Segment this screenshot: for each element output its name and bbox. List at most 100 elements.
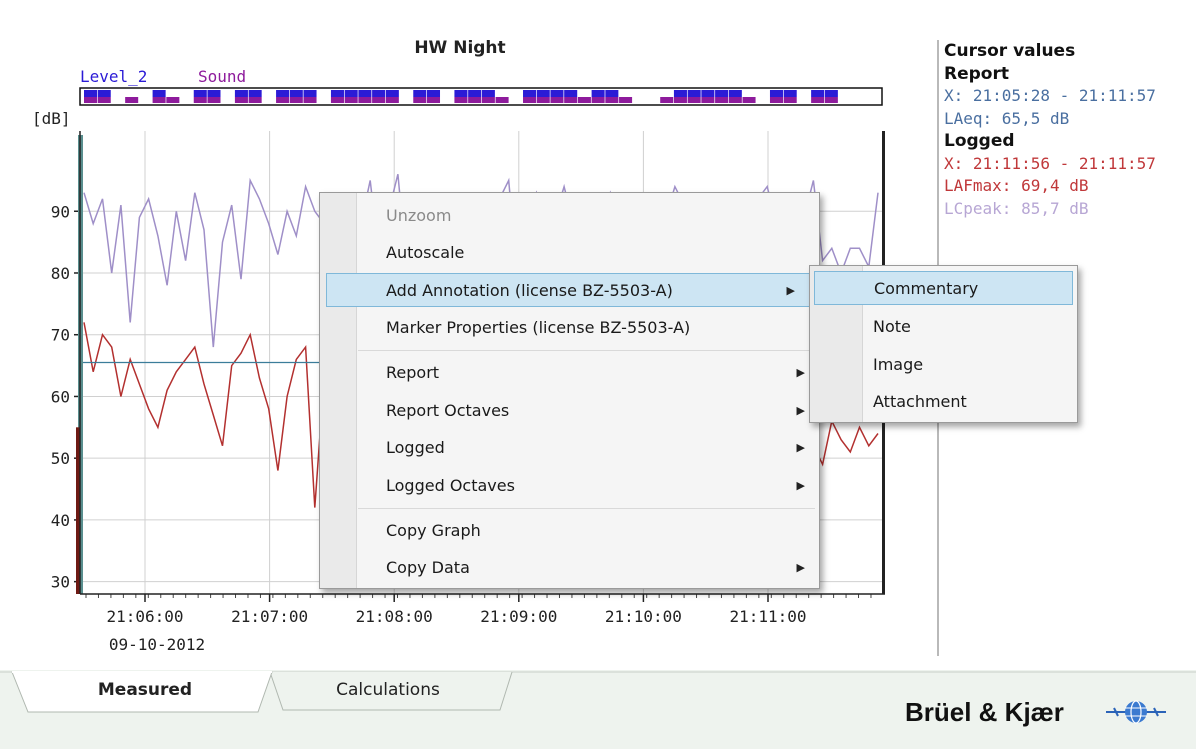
marker-sound xyxy=(550,97,564,103)
x-tick-label: 21:11:00 xyxy=(729,607,806,626)
y-tick-label: 90 xyxy=(51,202,70,221)
logged-x-range: X: 21:11:56 - 21:11:57 xyxy=(944,153,1156,173)
submenu-item-image[interactable]: Image xyxy=(810,348,1077,382)
submenu-item-image-label: Image xyxy=(873,355,924,374)
marker-level2 xyxy=(234,90,248,97)
marker-level2 xyxy=(152,90,166,97)
marker-sound xyxy=(728,97,742,103)
marker-sound xyxy=(207,97,221,103)
menu-item-report[interactable]: Report ▶ xyxy=(320,356,819,390)
marker-level2 xyxy=(454,90,468,97)
menu-item-marker-properties[interactable]: Marker Properties (license BZ-5503-A) xyxy=(320,311,819,345)
menu-item-unzoom-label: Unzoom xyxy=(386,206,452,225)
y-tick-label: 50 xyxy=(51,449,70,468)
submenu-item-attachment[interactable]: Attachment xyxy=(810,385,1077,419)
marker-sound xyxy=(426,97,441,103)
marker-sound xyxy=(673,97,687,103)
menu-item-report-label: Report xyxy=(386,363,440,382)
marker-sound xyxy=(152,97,166,103)
x-date-label: 09-10-2012 xyxy=(109,635,205,654)
marker-sound xyxy=(330,97,344,103)
marker-sound xyxy=(193,97,207,103)
marker-sound xyxy=(84,97,98,103)
marker-level2 xyxy=(481,90,495,97)
marker-sound xyxy=(454,97,468,103)
marker-sound xyxy=(577,97,591,103)
marker-level2 xyxy=(413,90,427,97)
marker-level2 xyxy=(468,90,482,97)
report-heading: Report xyxy=(944,63,1009,84)
marker-level2 xyxy=(769,90,783,97)
menu-item-autoscale[interactable]: Autoscale xyxy=(320,236,819,270)
cursor-values-panel: Cursor values Report X: 21:05:28 - 21:11… xyxy=(944,40,1156,220)
marker-level2 xyxy=(783,90,797,97)
marker-sound xyxy=(769,97,783,103)
marker-sound xyxy=(97,97,111,103)
submenu-arrow-icon: ▶ xyxy=(796,404,805,417)
submenu-item-note[interactable]: Note xyxy=(810,310,1077,344)
marker-level2 xyxy=(811,90,825,97)
marker-sound xyxy=(523,97,537,103)
menu-item-copy-data[interactable]: Copy Data ▶ xyxy=(320,551,819,585)
marker-level2 xyxy=(84,90,98,97)
menu-item-marker-properties-label: Marker Properties (license BZ-5503-A) xyxy=(386,318,691,337)
marker-level2 xyxy=(207,90,221,97)
marker-sound xyxy=(372,97,386,103)
submenu-item-commentary[interactable]: Commentary xyxy=(814,271,1073,305)
marker-level2 xyxy=(289,90,303,97)
context-menu: Unzoom Autoscale Add Annotation (license… xyxy=(319,192,820,589)
submenu-arrow-icon: ▶ xyxy=(796,366,805,379)
marker-level2 xyxy=(728,90,742,97)
marker-sound xyxy=(276,97,290,103)
marker-level2 xyxy=(564,90,578,97)
marker-sound xyxy=(166,97,180,103)
tab-measured[interactable]: Measured xyxy=(60,680,230,700)
marker-level2 xyxy=(426,90,441,97)
menu-item-unzoom[interactable]: Unzoom xyxy=(320,199,819,233)
marker-sound xyxy=(605,97,619,103)
marker-sound xyxy=(824,97,838,103)
report-x-range: X: 21:05:28 - 21:11:57 xyxy=(944,86,1156,105)
globe-logo-icon xyxy=(1106,700,1166,724)
menu-item-report-octaves[interactable]: Report Octaves ▶ xyxy=(320,394,819,428)
menu-item-logged[interactable]: Logged ▶ xyxy=(320,431,819,465)
marker-level2 xyxy=(344,90,358,97)
x-tick-label: 21:08:00 xyxy=(356,607,433,626)
marker-level2 xyxy=(303,90,317,97)
marker-level2 xyxy=(605,90,619,97)
brand-name: Brüel & Kjær xyxy=(905,697,1064,727)
marker-sound xyxy=(742,97,756,103)
marker-level2 xyxy=(523,90,537,97)
x-tick-label: 21:10:00 xyxy=(605,607,682,626)
y-tick-label: 60 xyxy=(51,387,70,406)
menu-item-copy-graph[interactable]: Copy Graph xyxy=(320,514,819,548)
marker-sound xyxy=(619,97,633,103)
marker-level2 xyxy=(193,90,207,97)
menu-separator xyxy=(358,508,815,509)
tab-calculations[interactable]: Calculations xyxy=(303,680,473,700)
menu-separator xyxy=(358,350,815,351)
marker-level2 xyxy=(687,90,701,97)
marker-sound xyxy=(495,97,509,103)
marker-sound xyxy=(564,97,578,103)
submenu-arrow-icon: ▶ xyxy=(796,561,805,574)
marker-level2 xyxy=(97,90,111,97)
marker-sound xyxy=(289,97,303,103)
menu-item-logged-octaves[interactable]: Logged Octaves ▶ xyxy=(320,469,819,503)
marker-level2 xyxy=(358,90,372,97)
marker-sound xyxy=(701,97,715,103)
submenu-arrow-icon: ▶ xyxy=(796,441,805,454)
marker-level2 xyxy=(715,90,729,97)
marker-level2 xyxy=(385,90,399,97)
x-tick-label: 21:07:00 xyxy=(231,607,308,626)
y-tick-label: 40 xyxy=(51,511,70,530)
marker-level2 xyxy=(591,90,605,97)
menu-item-add-annotation[interactable]: Add Annotation (license BZ-5503-A) ▶ xyxy=(326,273,810,307)
logged-heading: Logged xyxy=(944,131,1015,151)
chart-title: HW Night xyxy=(414,38,506,58)
marker-sound xyxy=(385,97,399,103)
marker-level2 xyxy=(276,90,290,97)
marker-sound xyxy=(248,97,262,103)
cursor-values-title: Cursor values xyxy=(944,41,1076,61)
marker-level2 xyxy=(372,90,386,97)
